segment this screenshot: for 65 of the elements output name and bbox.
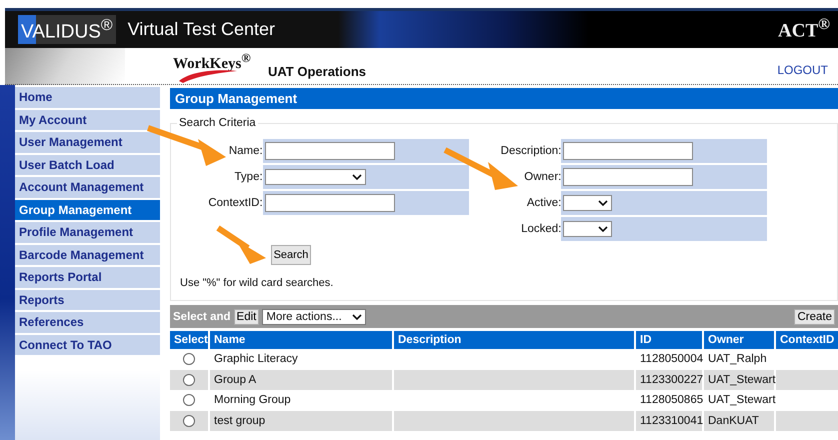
create-button[interactable]: Create	[794, 308, 835, 324]
radio-button[interactable]	[183, 353, 195, 366]
workkeys-logo: WorkKeys$^{®}$	[173, 51, 251, 73]
sidebar-item[interactable]: Reports	[15, 290, 160, 312]
input-field[interactable]	[264, 194, 395, 212]
page-title: Group Management	[170, 88, 838, 109]
search-legend: Search Criteria	[177, 117, 258, 129]
product-title: Virtual Test Center	[128, 19, 275, 40]
sidebar-item[interactable]: Barcode Management	[15, 244, 160, 267]
table-cell: 1123310041	[636, 410, 702, 431]
dropdown[interactable]	[563, 221, 612, 237]
column-header: ContextID	[776, 331, 838, 349]
environment-title: UAT Operations	[268, 64, 366, 78]
table-cell-text: Morning Group	[213, 393, 292, 408]
search-button[interactable]: Search	[271, 245, 311, 265]
column-header: Description	[394, 331, 634, 349]
sidebar-item[interactable]: References	[15, 312, 160, 334]
sidebar-item[interactable]: Account Management	[15, 177, 160, 200]
sidebar-item[interactable]: Reports Portal	[15, 267, 160, 290]
pointer-arrow	[216, 226, 266, 264]
sidebar-item[interactable]: User Batch Load	[15, 154, 160, 177]
actions-dropdown[interactable]: More actions...	[262, 308, 366, 324]
input-field[interactable]	[563, 142, 694, 160]
table-cell-text: 1128050004	[639, 352, 702, 368]
table-cell-text: UAT_Ralph	[707, 352, 768, 368]
sidebar-item[interactable]: Profile Management	[15, 222, 160, 244]
field-label: ContextID:	[208, 197, 263, 209]
radio-button[interactable]	[183, 414, 195, 427]
table-cell: DanKUAT	[704, 410, 774, 431]
radio-button[interactable]	[183, 374, 195, 386]
column-header: Owner	[704, 331, 774, 349]
sidebar-item[interactable]: Home	[15, 87, 160, 110]
table-cell: test group	[210, 410, 392, 431]
column-header: ID	[636, 331, 702, 349]
edit-button[interactable]: Edit	[234, 308, 260, 324]
chevron-icon	[598, 200, 608, 206]
hint-text: Use "%" for wild card searches.	[180, 277, 334, 289]
table-cell-text: 1128050865	[639, 393, 702, 408]
sidebar-item[interactable]: Group Management	[15, 200, 160, 222]
logout-link[interactable]: LOGOUT	[777, 63, 828, 77]
input-field[interactable]	[563, 168, 694, 186]
column-header: Name	[210, 331, 392, 349]
field-label: Owner:	[524, 171, 562, 183]
sidebar-item[interactable]: Connect To TAO	[15, 334, 160, 357]
table-cell-text: UAT_Stewart	[707, 393, 774, 408]
field-label: Description:	[500, 145, 562, 157]
sidebar-item[interactable]: My Account	[15, 110, 160, 132]
table-cell: UAT_Stewart	[704, 370, 774, 390]
field-label: Active:	[526, 197, 562, 209]
toolbar-label: Select and	[173, 310, 231, 322]
partner-logo: ACT$^{®}$	[778, 16, 830, 43]
table-cell: Group A	[210, 370, 392, 390]
chevron-icon	[352, 314, 362, 320]
sidebar-item[interactable]: User Management	[15, 132, 160, 154]
input-field[interactable]	[264, 142, 395, 160]
column-header: Select	[170, 331, 208, 349]
chevron-icon	[352, 174, 362, 180]
chevron-icon	[598, 226, 608, 232]
field-label: Locked:	[521, 223, 562, 235]
field-label: Name:	[228, 145, 263, 157]
table-cell-text: Graphic Literacy	[213, 352, 299, 368]
field-label: Type:	[234, 171, 263, 183]
table-cell: 1123300227	[636, 370, 702, 390]
dropdown[interactable]	[563, 195, 612, 211]
radio-button[interactable]	[183, 394, 195, 406]
